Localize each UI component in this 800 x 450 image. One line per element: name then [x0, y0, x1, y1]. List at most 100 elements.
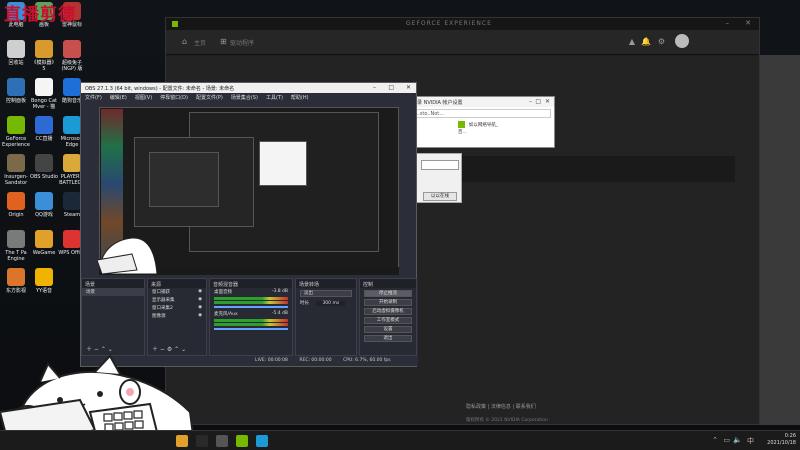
eye-icon[interactable]: ◉ — [198, 297, 202, 302]
favorite-link[interactable]: 如以网络导航_百... — [458, 123, 498, 135]
volume-meter — [214, 301, 288, 304]
source-item[interactable]: 窗口捕获 ◉ — [148, 288, 206, 296]
geforce-nav: ⌂ 主页 ⊞ 驱动程序 ▲ 🔔 ⚙ — [166, 30, 759, 55]
desktop-icon[interactable]: Insurgen- Sandstor — [2, 154, 30, 186]
close-icon[interactable]: ✕ — [745, 19, 751, 27]
obs-menu-item[interactable]: 停靠窗口(D) — [160, 95, 188, 101]
obs-menu-item[interactable]: 帮助(H) — [291, 95, 309, 101]
obs-menu-item[interactable]: 视图(V) — [135, 95, 152, 101]
source-item[interactable]: 窗口采集2 ◉ — [148, 304, 206, 312]
desktop-icon[interactable]: 控制面板 — [2, 78, 30, 104]
eye-icon[interactable]: ◉ — [198, 305, 202, 310]
app-icon — [63, 116, 81, 134]
desktop-icon[interactable]: Origin — [2, 192, 30, 218]
online-button[interactable]: 以以在线 — [423, 192, 457, 201]
taskbar-clock[interactable]: 0:26 2021/10/18 — [767, 433, 796, 447]
close-icon[interactable]: ✕ — [545, 98, 550, 105]
maximize-icon[interactable]: □ — [388, 84, 394, 91]
start-icon[interactable] — [196, 435, 208, 447]
obs-titlebar[interactable]: OBS 27.1.3 (64 bit, windows) - 配置文件: 未命名… — [81, 83, 416, 93]
desktop-icon[interactable]: OBS Studio — [30, 154, 58, 180]
home-icon[interactable]: ⌂ — [182, 37, 187, 46]
minimize-icon[interactable]: – — [726, 19, 730, 27]
nav-home[interactable]: 主页 — [194, 38, 206, 47]
background-window-strip — [760, 55, 800, 425]
desktop-icon[interactable]: YY语音 — [30, 268, 58, 294]
obs-menu-item[interactable]: 编辑(E) — [110, 95, 127, 101]
eye-icon[interactable]: ◉ — [198, 313, 202, 318]
desktop-icon[interactable]: Bongo Cat Mver - 猫 — [30, 78, 58, 110]
app-icon — [63, 154, 81, 172]
input-method-icon[interactable]: 中 — [747, 436, 754, 446]
desktop-icon[interactable]: QQ游戏 — [30, 192, 58, 218]
desktop-icon[interactable]: 《模拟器》5 — [30, 40, 58, 72]
transitions-dock: 场景转场 淡出 时长 300 ms — [295, 278, 357, 356]
sources-title: 来源 — [148, 279, 206, 288]
footer-links[interactable]: 隐私政策 | 法律信息 | 联系我们 — [466, 403, 536, 410]
nav-drivers[interactable]: 驱动程序 — [230, 38, 254, 47]
minimize-icon[interactable]: – — [529, 98, 532, 105]
dropdown-select[interactable] — [421, 160, 459, 170]
source-item[interactable]: 图像源 ◉ — [148, 312, 206, 320]
desktop-icon[interactable]: WeGame — [30, 230, 58, 256]
control-button[interactable]: 开始录制 — [364, 299, 412, 306]
nvidia-favicon-icon — [458, 121, 465, 128]
gear-icon[interactable]: ⚙ — [658, 37, 665, 46]
mixer-track-name: 桌面音频 — [214, 290, 232, 295]
control-button[interactable]: 设置 — [364, 326, 412, 333]
desktop-icon[interactable]: 回收站 — [2, 40, 30, 66]
drivers-icon[interactable]: ⊞ — [220, 37, 227, 46]
obs-window[interactable]: OBS 27.1.3 (64 bit, windows) - 配置文件: 未命名… — [80, 82, 418, 367]
maximize-icon[interactable]: □ — [535, 98, 541, 105]
transition-select[interactable]: 淡出 — [300, 290, 352, 297]
desktop-icon[interactable]: CC直播 — [30, 116, 58, 142]
copyright: 版权所有 © 2021 NVIDIA Corporation — [466, 418, 548, 423]
desktop-icon[interactable]: GeForce Experience — [2, 116, 30, 148]
edge-icon[interactable] — [256, 435, 268, 447]
control-button[interactable]: 启动虚拟摄像机 — [364, 308, 412, 315]
mixer-track-db: -3.8 dB — [271, 289, 288, 294]
minimize-icon[interactable]: – — [373, 84, 376, 91]
geforce-icon[interactable] — [236, 435, 248, 447]
control-button[interactable]: 工作室模式 — [364, 317, 412, 324]
folder-icon[interactable] — [176, 435, 188, 447]
network-icon[interactable]: ▭ — [723, 436, 730, 444]
dialog-title: 登录 NVIDIA 帐户设置 — [412, 100, 463, 106]
source-label: 窗口捕获 — [152, 290, 170, 295]
obs-menu-item[interactable]: 配置文件(P) — [196, 95, 223, 101]
duration-value[interactable]: 300 ms — [316, 301, 346, 306]
geforce-titlebar[interactable]: GEFORCE EXPERIENCE – ✕ — [166, 18, 759, 30]
source-item[interactable]: 显示器采集 ◉ — [148, 296, 206, 304]
control-button[interactable]: 停止推流 — [364, 290, 412, 297]
eye-icon[interactable]: ◉ — [198, 289, 202, 294]
desktop-icon-label: 超级兔子(NGP) 版 — [61, 60, 83, 72]
obs-menu-item[interactable]: 工具(T) — [266, 95, 283, 101]
share-icon[interactable]: ▲ — [629, 37, 635, 46]
scene-item[interactable]: 场景 — [82, 288, 144, 296]
nvidia-login-dialog[interactable]: 登录 NVIDIA 帐户设置 – □ ✕ ...sto..Not... 如以网络… — [407, 96, 555, 148]
settings-panel: 以以在线 — [416, 153, 462, 203]
volume-slider[interactable] — [214, 306, 288, 308]
dialog-titlebar[interactable]: 登录 NVIDIA 帐户设置 – □ ✕ — [408, 97, 554, 107]
clock-time: 0:26 — [784, 433, 796, 439]
obs-icon[interactable] — [216, 435, 228, 447]
watermark: 直播剪德 — [4, 5, 76, 25]
obs-menu-item[interactable]: 场景集合(S) — [231, 95, 258, 101]
desktop-icon-label: 《模拟器》5 — [31, 60, 57, 72]
chevron-up-icon[interactable]: ⌃ — [712, 436, 718, 444]
avatar[interactable] — [675, 34, 689, 48]
close-icon[interactable]: ✕ — [406, 84, 411, 91]
desktop-icon[interactable]: 东方影视 — [2, 268, 30, 294]
live-status: LIVE: 00:00:08 — [255, 358, 288, 363]
volume-slider[interactable] — [214, 328, 288, 330]
obs-menu-item[interactable]: 文件(F) — [85, 95, 102, 101]
control-button[interactable]: 退出 — [364, 335, 412, 342]
bell-icon[interactable]: 🔔 — [641, 37, 651, 46]
mixer-title: 音频混音器 — [210, 279, 292, 288]
address-bar[interactable]: ...sto..Not... — [411, 109, 551, 118]
desktop-icon-label: GeForce Experience — [2, 136, 30, 148]
preview-nested-4 — [149, 152, 219, 207]
volume-icon[interactable]: 🔈 — [733, 436, 742, 444]
desktop-icon[interactable]: The T Pa Engine — [2, 230, 30, 262]
desktop-icon[interactable]: 超级兔子(NGP) 版 — [58, 40, 86, 72]
